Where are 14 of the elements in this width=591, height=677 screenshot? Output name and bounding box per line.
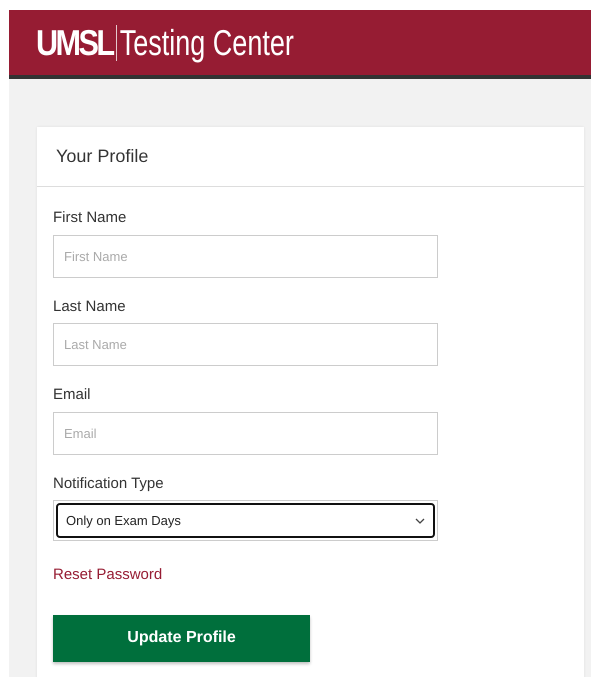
reset-password-link[interactable]: Reset Password xyxy=(53,564,162,586)
field-label: First Name xyxy=(53,208,128,228)
select-field[interactable]: Only on Exam Days xyxy=(56,503,435,538)
chevron-icon xyxy=(415,518,425,524)
field-label: Last Name xyxy=(53,296,127,316)
logo-subtitle: Testing Center xyxy=(116,24,294,60)
field-label: Notification Type xyxy=(53,474,165,494)
field-label: Email xyxy=(53,385,92,405)
input-field[interactable]: First Name xyxy=(53,234,438,278)
card-title: Your Profile xyxy=(56,145,148,168)
logo-text: UMSL xyxy=(36,20,112,64)
input-field[interactable]: Email xyxy=(53,412,438,454)
update-profile-button[interactable]: Update Profile xyxy=(53,614,310,662)
input-field[interactable]: Last Name xyxy=(53,323,438,366)
